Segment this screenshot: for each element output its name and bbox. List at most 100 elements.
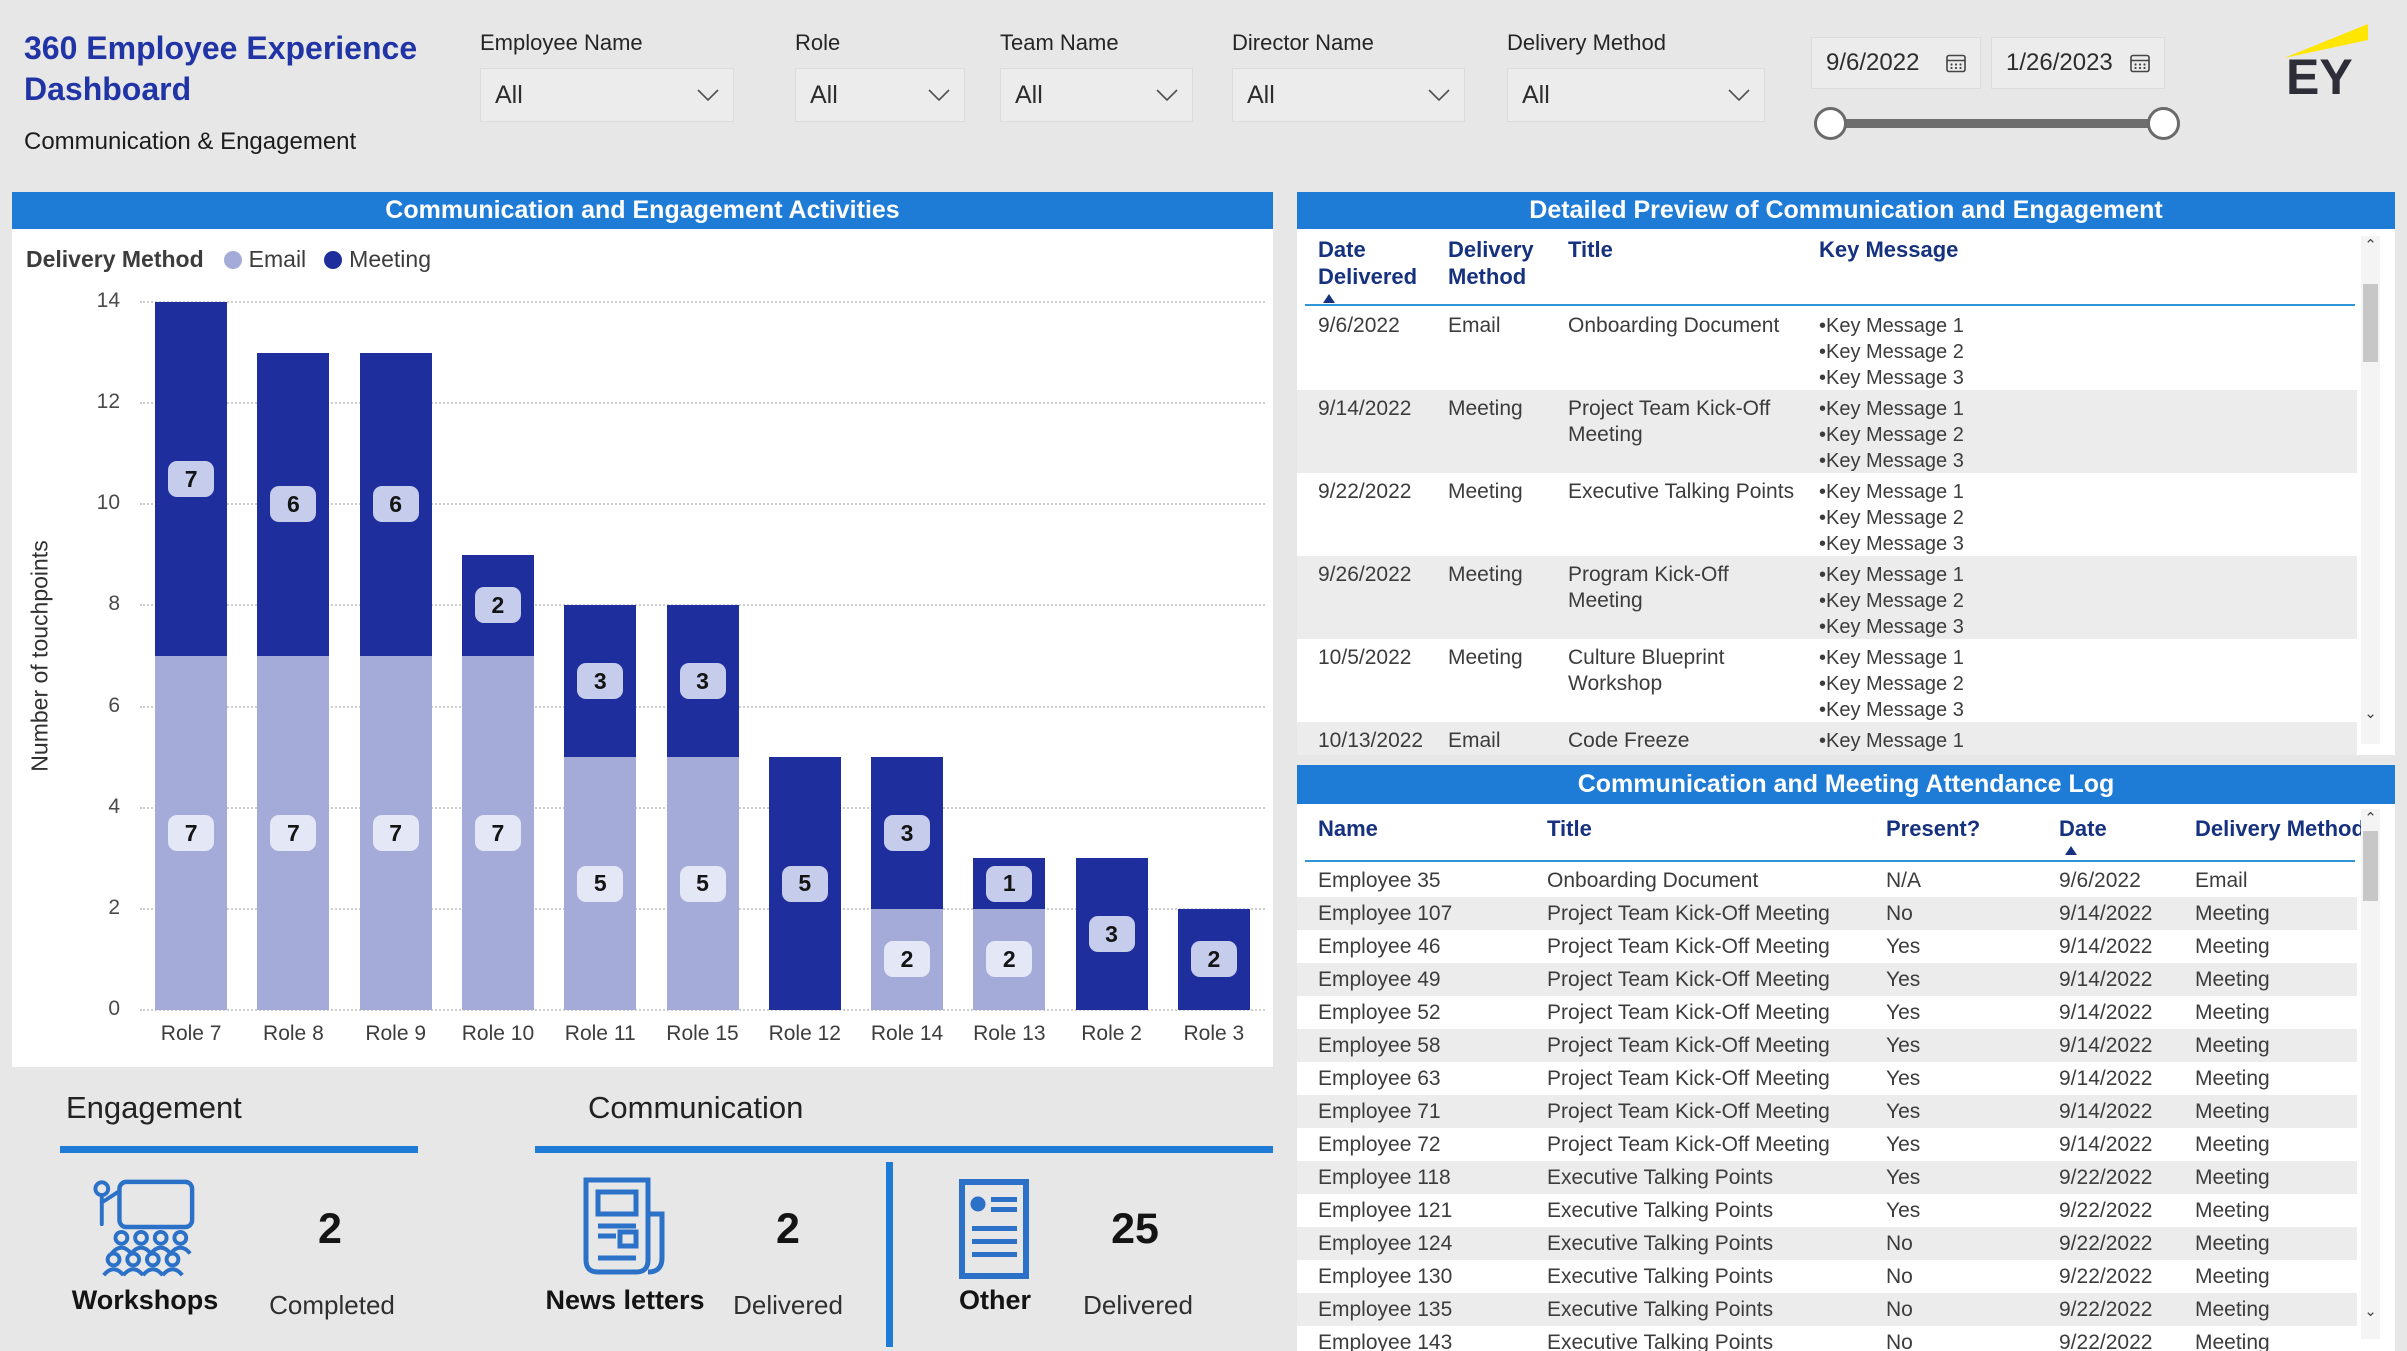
x-axis-label: Role 10 xyxy=(447,1022,549,1046)
team-name-dropdown[interactable]: All xyxy=(1000,68,1193,122)
cell-title: Project Team Kick-Off Meeting xyxy=(1547,963,1877,996)
cell-title: Executive Talking Points xyxy=(1547,1227,1877,1260)
newsletters-label: News letters xyxy=(535,1285,715,1316)
table-row[interactable]: Employee 63 Project Team Kick-Off Meeting… xyxy=(1297,1062,2357,1095)
key-message-line: •Key Message 1 xyxy=(1819,396,2339,422)
legend-item-email[interactable]: Email xyxy=(224,246,307,273)
table-row[interactable]: 10/5/2022MeetingCulture Blueprint Worksh… xyxy=(1297,639,2357,722)
column-header-name[interactable]: Name xyxy=(1318,815,1378,842)
cell-name: Employee 63 xyxy=(1318,1062,1538,1095)
table-row[interactable]: Employee 35Onboarding DocumentN/A9/6/202… xyxy=(1297,864,2357,897)
calendar-icon[interactable] xyxy=(1944,51,1968,75)
cell-delivery-method: Email xyxy=(1448,728,1558,754)
table-row[interactable]: Employee 107Project Team Kick-Off Meetin… xyxy=(1297,897,2357,930)
legend-item-meeting[interactable]: Meeting xyxy=(324,246,431,273)
key-message-line: •Key Message 3 xyxy=(1819,697,2339,723)
column-header-title[interactable]: Title xyxy=(1547,815,1592,842)
cell-present: Yes xyxy=(1886,1194,2006,1227)
table-row[interactable]: Employee 49Project Team Kick-Off Meeting… xyxy=(1297,963,2357,996)
cell-delivery-method: Meeting xyxy=(2195,1095,2355,1128)
start-date-input[interactable]: 9/6/2022 xyxy=(1811,37,1981,89)
director-name-dropdown[interactable]: All xyxy=(1232,68,1465,122)
scroll-down-icon[interactable]: ⌄ xyxy=(2363,1304,2378,1320)
cell-date: 9/14/2022 xyxy=(2059,1029,2189,1062)
role-dropdown[interactable]: All xyxy=(795,68,965,122)
table-row[interactable]: Employee 71Project Team Kick-Off Meeting… xyxy=(1297,1095,2357,1128)
table-row[interactable]: Employee 135Executive Talking PointsNo9/… xyxy=(1297,1293,2357,1326)
x-axis-label: Role 3 xyxy=(1163,1022,1265,1046)
date-slider-handle-end[interactable] xyxy=(2147,107,2180,140)
dropdown-value: All xyxy=(1247,81,1275,110)
table-row[interactable]: Employee 52Project Team Kick-Off Meeting… xyxy=(1297,996,2357,1029)
other-value: 25 xyxy=(1095,1205,1175,1254)
table-row[interactable]: 10/13/2022EmailCode Freeze•Key Message 1 xyxy=(1297,722,2357,755)
bar-data-label: 5 xyxy=(782,866,828,902)
column-header-delivery-method[interactable]: Delivery Method xyxy=(1448,236,1548,290)
cell-title: Onboarding Document xyxy=(1547,864,1877,897)
cell-present: No xyxy=(1886,1326,2006,1351)
bar-data-label: 2 xyxy=(475,587,521,623)
table-row[interactable]: 9/26/2022MeetingProgram Kick-Off Meeting… xyxy=(1297,556,2357,639)
table-row[interactable]: Employee 118Executive Talking PointsYes9… xyxy=(1297,1161,2357,1194)
date-slider-handle-start[interactable] xyxy=(1814,107,1847,140)
table-row[interactable]: Employee 143Executive Talking PointsNo9/… xyxy=(1297,1326,2357,1351)
key-message-line: •Key Message 1 xyxy=(1819,562,2339,588)
table-row[interactable]: Employee 124Executive Talking PointsNo9/… xyxy=(1297,1227,2357,1260)
chart-panel: Communication and Engagement Activities … xyxy=(12,192,1273,1067)
filter-role: Role All xyxy=(795,30,965,122)
cell-delivery-method: Meeting xyxy=(2195,1062,2355,1095)
key-message-line: •Key Message 1 xyxy=(1819,479,2339,505)
y-tick-label: 12 xyxy=(66,390,120,414)
cell-title: Project Team Kick-Off Meeting xyxy=(1547,1062,1877,1095)
cell-delivery-method: Email xyxy=(2195,864,2355,897)
scroll-down-icon[interactable]: ⌄ xyxy=(2363,706,2378,722)
cell-delivery-method: Meeting xyxy=(2195,930,2355,963)
employee-name-dropdown[interactable]: All xyxy=(480,68,734,122)
column-header-delivery-method[interactable]: Delivery Method xyxy=(2195,815,2365,842)
calendar-icon[interactable] xyxy=(2128,51,2152,75)
end-date-input[interactable]: 1/26/2023 xyxy=(1991,37,2165,89)
attendance-table-scrollbar[interactable]: ⌃ ⌄ xyxy=(2361,809,2380,1339)
chevron-down-icon xyxy=(1728,89,1750,101)
table-row[interactable]: Employee 46Project Team Kick-Off Meeting… xyxy=(1297,930,2357,963)
legend-label: Meeting xyxy=(349,246,431,273)
x-axis-label: Role 15 xyxy=(651,1022,753,1046)
start-date-value: 9/6/2022 xyxy=(1826,49,1919,77)
date-range-slider-track[interactable] xyxy=(1836,119,2160,128)
cell-date: 9/22/2022 xyxy=(2059,1227,2189,1260)
column-header-key-message[interactable]: Key Message xyxy=(1819,236,1958,263)
key-message-line: •Key Message 2 xyxy=(1819,505,2339,531)
delivery-method-dropdown[interactable]: All xyxy=(1507,68,1765,122)
bar-chart-plot-area: 77Role 776Role 876Role 972Role 1053Role … xyxy=(140,302,1265,1010)
table-row[interactable]: Employee 72Project Team Kick-Off Meeting… xyxy=(1297,1128,2357,1161)
bar-data-label: 7 xyxy=(270,815,316,851)
detail-table-scrollbar[interactable]: ⌃ ⌄ xyxy=(2361,236,2380,744)
cell-date: 9/14/2022 xyxy=(2059,897,2189,930)
table-row[interactable]: Employee 58Project Team Kick-Off Meeting… xyxy=(1297,1029,2357,1062)
scrollbar-thumb[interactable] xyxy=(2363,284,2378,362)
bar-data-label: 5 xyxy=(577,866,623,902)
column-header-date-delivered[interactable]: Date Delivered xyxy=(1318,236,1418,290)
cell-name: Employee 52 xyxy=(1318,996,1538,1029)
table-row[interactable]: 9/22/2022MeetingExecutive Talking Points… xyxy=(1297,473,2357,556)
table-row[interactable]: 9/6/2022EmailOnboarding Document•Key Mes… xyxy=(1297,307,2357,390)
scrollbar-thumb[interactable] xyxy=(2363,831,2378,901)
column-header-date[interactable]: Date xyxy=(2059,815,2107,842)
cell-delivery-method: Meeting xyxy=(2195,1227,2355,1260)
bar-data-label: 7 xyxy=(168,461,214,497)
table-row[interactable]: 9/14/2022MeetingProject Team Kick-Off Me… xyxy=(1297,390,2357,473)
table-row[interactable]: Employee 121Executive Talking PointsYes9… xyxy=(1297,1194,2357,1227)
cell-date: 9/14/2022 xyxy=(2059,930,2189,963)
cell-delivery-method: Meeting xyxy=(2195,1293,2355,1326)
x-axis-label: Role 7 xyxy=(140,1022,242,1046)
cell-name: Employee 46 xyxy=(1318,930,1538,963)
scroll-up-icon[interactable]: ⌃ xyxy=(2363,238,2378,254)
table-row[interactable]: Employee 130Executive Talking PointsNo9/… xyxy=(1297,1260,2357,1293)
cell-delivery-method: Meeting xyxy=(2195,1194,2355,1227)
column-header-present[interactable]: Present? xyxy=(1886,815,1980,842)
column-header-title[interactable]: Title xyxy=(1568,236,1613,263)
cell-delivery-method: Meeting xyxy=(2195,1326,2355,1351)
cell-present: Yes xyxy=(1886,930,2006,963)
bar-data-label: 7 xyxy=(168,815,214,851)
scroll-up-icon[interactable]: ⌃ xyxy=(2363,811,2378,827)
